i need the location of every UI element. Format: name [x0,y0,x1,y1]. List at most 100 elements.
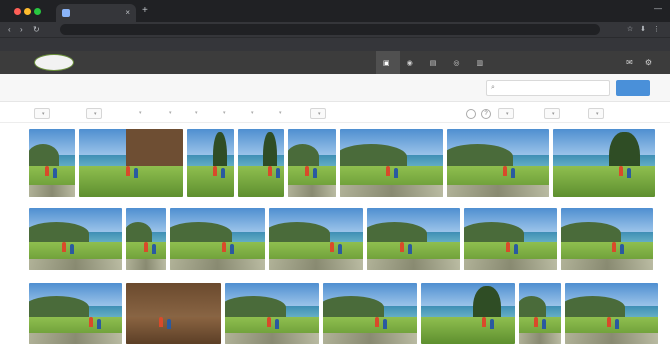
hiker-figure [134,168,138,178]
hiker-figure [506,242,510,252]
hiker-figure [514,244,518,254]
reload-icon[interactable]: ↻ [33,24,40,35]
nav-icon: ◉ [406,59,413,67]
maximize-window-button[interactable] [34,8,41,15]
media-thumbnail[interactable] [464,208,557,270]
media-thumbnail[interactable] [269,208,363,270]
gear-icon[interactable]: ⚙ [645,58,652,67]
media-thumbnail[interactable] [447,129,549,197]
nav-item[interactable]: ▣ [376,51,400,74]
media-thumbnail[interactable] [421,283,515,344]
browser-tab[interactable]: × [56,4,136,22]
menu-icon[interactable]: ⋮ [653,24,660,35]
thumb-path [29,184,75,197]
media-thumbnail[interactable] [126,283,221,344]
date-filter-dropdown[interactable]: ▾ [310,108,326,119]
search-button[interactable] [616,80,650,96]
thumb-path [29,333,122,344]
thumb-path [126,258,166,270]
nav-item[interactable]: ◎ [446,51,469,74]
filter-dropdown[interactable]: ▾ [86,108,102,119]
logo[interactable] [34,54,74,71]
media-thumbnail[interactable] [29,129,75,197]
chevron-down-icon: ▾ [552,110,555,117]
chevron-down-icon: ▾ [506,110,509,117]
filter-dropdown[interactable]: ▾ [34,108,50,119]
nav-icon: ▥ [476,59,484,67]
favicon-icon [62,9,70,17]
hiker-figure [222,242,226,252]
settings-icon[interactable] [466,109,476,119]
hiker-figure [612,242,616,252]
chevron-down-icon: ▾ [169,110,172,116]
hiker-figure [534,317,538,327]
hiker-figure [400,242,404,252]
media-thumbnail[interactable] [519,283,561,344]
help-icon[interactable]: ? [481,109,491,119]
mail-icon[interactable]: ✉ [626,58,633,67]
back-icon[interactable]: ‹ [8,24,11,35]
forward-icon[interactable]: › [20,24,23,35]
thumb-path [170,258,265,270]
chevron-down-icon: ▾ [42,110,45,117]
minimize-window-button[interactable] [24,8,31,15]
filter-bar: ? ▾ ▾ ▾ ▾ ▾ ▾ ▾ ▾ ▾ ▾ ▾ ▾ [0,103,670,123]
filter-option[interactable]: ▾ [192,110,198,116]
media-thumbnail[interactable] [561,208,653,270]
hiker-figure [408,244,412,254]
media-thumbnail[interactable] [126,208,166,270]
window-controls[interactable]: — [654,4,662,13]
filter-option[interactable]: ▾ [136,110,142,116]
media-grid [0,124,670,344]
hiker-figure [511,168,515,178]
chevron-down-icon: ▾ [94,110,97,117]
nav-item[interactable]: ▤ [423,51,447,74]
filter-option[interactable]: ▾ [166,110,172,116]
hiker-figure [394,168,398,178]
thumb-ground [79,166,183,197]
filter-option[interactable]: ▾ [248,110,254,116]
hiker-figure [267,317,271,327]
media-thumbnail[interactable] [288,129,336,197]
address-bar[interactable] [60,24,600,35]
hiker-figure [375,317,379,327]
media-thumbnail[interactable] [29,283,122,344]
browser-chrome: × + — ‹ › ↻ ☆ ⬇ ⋮ [0,0,670,51]
hiker-figure [97,319,101,329]
title-search-hint[interactable] [78,83,138,93]
sort-dropdown[interactable]: ▾ [588,108,604,119]
media-thumbnail[interactable] [170,208,265,270]
hiker-figure [126,166,130,176]
search-input[interactable] [498,85,599,91]
download-icon[interactable]: ⬇ [640,24,646,35]
media-thumbnail[interactable] [553,129,655,197]
nav-item[interactable]: ◉ [400,51,423,74]
thumb-path [367,258,460,270]
nav-item[interactable]: ▥ [469,51,493,74]
hiker-figure [482,317,486,327]
close-window-button[interactable] [14,8,21,15]
sort-dropdown[interactable]: ▾ [544,108,560,119]
media-thumbnail[interactable] [238,129,284,197]
media-thumbnail[interactable] [340,129,443,197]
hiker-figure [275,319,279,329]
media-thumbnail[interactable] [225,283,319,344]
thumb-path [225,333,319,344]
media-thumbnail[interactable] [79,129,183,197]
filter-option[interactable]: ▾ [276,110,282,116]
close-icon[interactable]: × [125,9,130,17]
new-tab-button[interactable]: + [142,6,148,16]
hiker-figure [144,242,148,252]
media-thumbnail[interactable] [29,208,122,270]
media-thumbnail[interactable] [187,129,234,197]
hiker-figure [330,242,334,252]
media-thumbnail[interactable] [367,208,460,270]
sort-dropdown[interactable]: ▾ [498,108,514,119]
filter-option[interactable]: ▾ [220,110,226,116]
bookmark-star-icon[interactable]: ☆ [627,24,633,35]
bookmarks-bar [0,37,670,51]
thumb-path [447,184,549,197]
media-thumbnail[interactable] [565,283,658,344]
thumb-path [29,258,122,270]
media-thumbnail[interactable] [323,283,417,344]
